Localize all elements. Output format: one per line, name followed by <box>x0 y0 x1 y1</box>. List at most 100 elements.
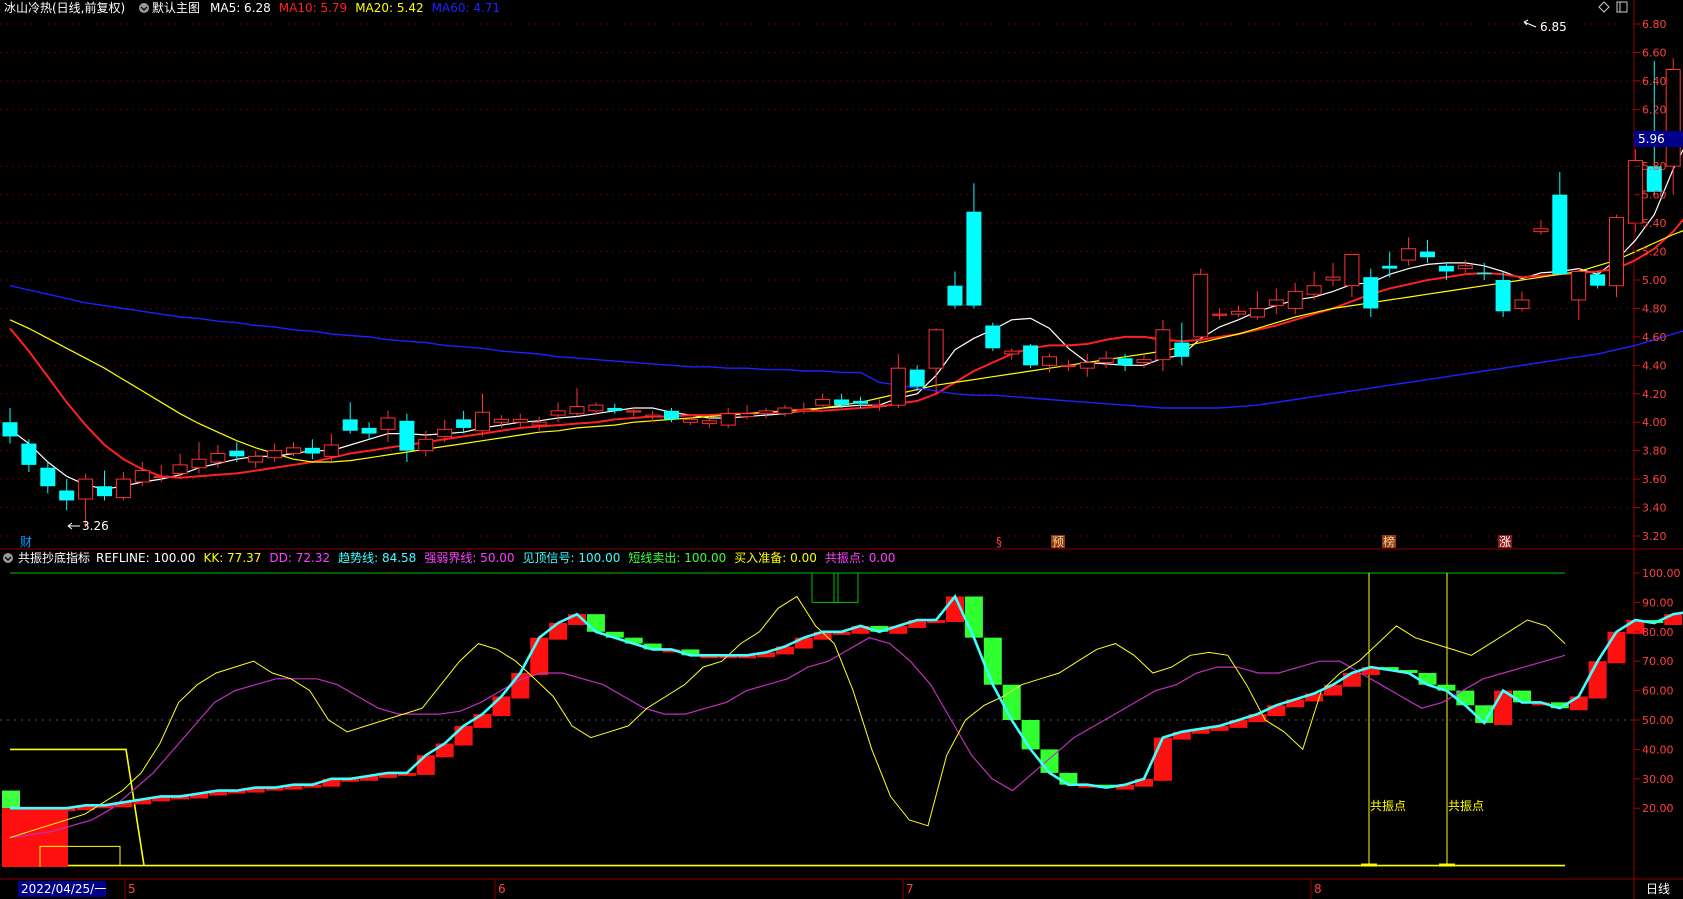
trend-block <box>530 637 549 675</box>
candle[interactable] <box>1627 149 1643 232</box>
candle-body <box>1079 361 1095 369</box>
indicator-legend-item: REFLINE: 100.00 <box>96 551 195 565</box>
candle-body <box>1136 359 1152 363</box>
candle-body <box>796 408 812 412</box>
candle-body <box>1287 290 1303 309</box>
candle-body <box>1627 160 1643 224</box>
candle-body <box>890 367 906 406</box>
event-marker-list[interactable]: 榜 <box>1383 534 1395 549</box>
indicator-header: 共振抄底指标 REFLINE: 100.00 KK: 77.37 DD: 72.32… <box>3 550 895 565</box>
trend-block <box>416 755 435 775</box>
indicator-tick-label: 100.00 <box>1642 567 1681 580</box>
candle-body <box>210 453 226 463</box>
trend-block <box>1153 737 1172 781</box>
candle[interactable] <box>985 322 1001 352</box>
candle-body <box>777 407 793 415</box>
signal-bar <box>2 790 20 809</box>
candle-body <box>1514 299 1530 309</box>
candle-body <box>834 399 850 406</box>
ma-legend-item: MA5: 6.28 <box>210 1 271 15</box>
candle-body <box>739 413 755 418</box>
stock-chart-canvas[interactable]: 冰山冷热(日线,前复权) 默认主图 MA5: 6.28 MA10: 5.79 MA2… <box>0 0 1683 899</box>
chart-menu-icon[interactable] <box>139 3 149 13</box>
candle[interactable] <box>1609 214 1624 298</box>
resonance-label-2: 共振点 <box>1448 799 1484 813</box>
main-chart-label[interactable]: 默认主图 <box>152 0 200 15</box>
candle-body <box>1212 313 1228 316</box>
event-marker-finance[interactable]: 财 <box>20 535 32 549</box>
candle-body <box>115 478 131 499</box>
candle-body <box>531 421 547 426</box>
candle-body <box>928 329 944 369</box>
trend-block <box>549 622 568 640</box>
candle-body <box>134 470 150 483</box>
trend-block <box>1513 690 1531 703</box>
indicator-legend-item: DD: 72.32 <box>269 551 330 565</box>
ma-legend-item: MA10: 5.79 <box>279 1 347 15</box>
month-label-5: 5 <box>128 882 136 896</box>
candle-body <box>304 447 320 454</box>
candle-body <box>815 398 831 406</box>
candle-body <box>1325 276 1341 281</box>
resonance-point <box>1439 863 1455 867</box>
candle-body <box>909 369 925 387</box>
candle-body <box>682 418 698 423</box>
trend-block <box>435 743 454 758</box>
event-marker-limit-up[interactable]: 涨 <box>1499 534 1511 549</box>
candle-body <box>853 400 868 404</box>
indicator-legend-item: 共振点: 0.00 <box>825 551 896 565</box>
price-tick-label: 4.20 <box>1642 388 1667 401</box>
price-tick-label: 5.20 <box>1642 246 1667 259</box>
price-tick-label: 6.60 <box>1642 46 1667 59</box>
candle-body <box>1060 364 1076 368</box>
price-tick-label: 6.40 <box>1642 75 1667 88</box>
candle-body <box>588 404 604 412</box>
candle-body <box>2 422 18 437</box>
candle-body <box>153 475 169 478</box>
price-tick-label: 6.20 <box>1642 103 1667 116</box>
trend-block <box>1059 772 1078 785</box>
stock-label[interactable]: 冰山冷热(日线,前复权) <box>4 0 125 15</box>
candle-body <box>1117 358 1133 366</box>
trend-block <box>1418 672 1437 685</box>
candle-body <box>361 427 377 434</box>
event-marker-forecast[interactable]: 预 <box>1052 535 1064 549</box>
indicator-name[interactable]: 共振抄底指标 <box>18 550 90 565</box>
price-tick-label: 4.80 <box>1642 302 1667 315</box>
candle-body <box>1155 329 1171 361</box>
candle-body <box>399 420 415 451</box>
price-tick-label: 3.80 <box>1642 445 1667 458</box>
candle-body <box>645 414 661 418</box>
month-label-7: 7 <box>906 882 914 896</box>
candle-body <box>966 211 982 306</box>
candle-body <box>1249 307 1265 318</box>
indicator-tick-label: 60.00 <box>1642 685 1674 698</box>
price-tick-label: 4.60 <box>1642 331 1667 344</box>
candle-body <box>1552 194 1568 275</box>
candle-body <box>437 428 453 437</box>
high-price-label: 6.85 <box>1540 20 1567 34</box>
indicator-tick-label: 50.00 <box>1642 714 1674 727</box>
candle-body <box>1457 265 1473 270</box>
candle-body <box>1268 299 1284 307</box>
candle-body <box>1042 356 1057 366</box>
candle-body <box>323 444 339 457</box>
candle-body <box>172 464 188 474</box>
candle-body <box>1609 216 1624 287</box>
candle[interactable] <box>1193 268 1209 343</box>
indicator-tick-label: 80.00 <box>1642 626 1674 639</box>
event-marker-section[interactable]: § <box>996 535 1002 549</box>
period-label[interactable]: 日线 <box>1646 882 1670 896</box>
candle-body <box>78 478 94 500</box>
candle-body <box>342 419 358 431</box>
indicator-legend-item: 趋势线: 84.58 <box>338 551 416 565</box>
candle-body <box>475 411 490 432</box>
candle-body <box>40 467 56 487</box>
candle-body <box>1098 357 1114 363</box>
candle-body <box>1420 251 1435 258</box>
indicator-menu-icon[interactable] <box>3 553 13 563</box>
candle[interactable] <box>1023 344 1039 369</box>
trend-block <box>1342 672 1361 687</box>
candle-body <box>380 417 396 430</box>
trend-block <box>1607 631 1626 664</box>
